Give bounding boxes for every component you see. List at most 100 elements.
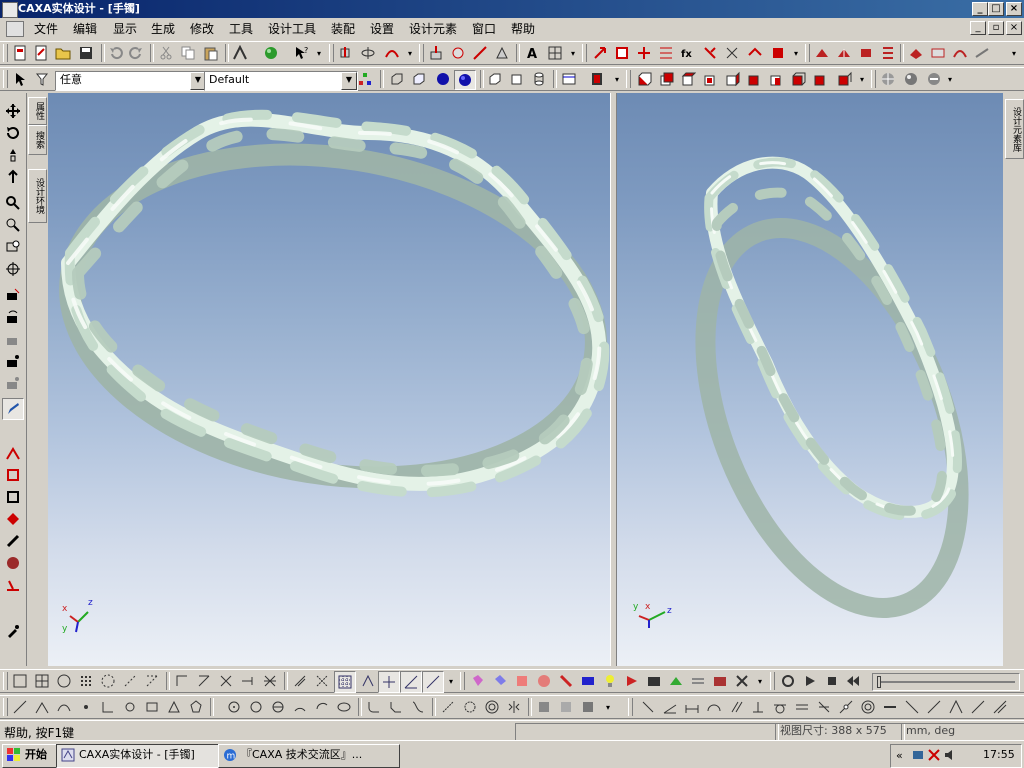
box-select-icon[interactable] [5,467,21,483]
rotate-box-icon[interactable] [614,45,630,61]
doc-restore-button[interactable]: ▫ [988,21,1004,35]
material-edit-icon[interactable] [514,673,530,689]
orbit-icon[interactable] [880,71,896,87]
chamfer-2d-icon[interactable] [388,699,404,715]
copy-icon[interactable] [180,45,196,61]
toolbar-grip[interactable] [770,672,775,690]
rect-grid-icon[interactable] [34,673,50,689]
menu-design-elements[interactable]: 设计元素 [409,21,457,37]
lighting-icon[interactable] [926,71,942,87]
measure-icon[interactable] [5,577,21,593]
equal-icon[interactable] [794,699,810,715]
record-icon[interactable] [780,673,796,689]
text-icon[interactable]: A [524,45,540,61]
rotate-view-icon[interactable] [5,125,21,141]
menu-modify[interactable]: 修改 [190,21,214,37]
menu-tools[interactable]: 工具 [229,21,253,37]
color-icon[interactable] [589,71,605,87]
tab-properties[interactable]: 属性 [28,97,47,125]
menu-help[interactable]: 帮助 [511,21,535,37]
light-icon[interactable] [602,673,618,689]
sweep-icon[interactable] [384,45,400,61]
toolbar-overflow[interactable]: ▾ [1010,45,1018,63]
open-folder-icon[interactable] [55,45,71,61]
document-icon[interactable] [6,21,24,37]
surface-2-icon[interactable] [836,45,852,61]
wireframe-icon[interactable] [389,71,405,87]
camera-orbit-icon[interactable] [5,309,21,325]
shadow-icon[interactable] [903,71,919,87]
select-arrow-icon[interactable] [12,71,28,87]
standard-view-top-icon[interactable] [680,71,696,87]
camera-aim-icon[interactable] [5,353,21,369]
doc-close-button[interactable]: × [1006,21,1022,35]
offset-2-icon[interactable] [314,673,330,689]
constraint-icon[interactable] [640,699,656,715]
standard-view-iso-icon[interactable] [768,71,784,87]
focus-target-icon[interactable] [5,261,21,277]
dot-arrow-icon[interactable] [122,673,138,689]
stop-icon[interactable] [824,673,840,689]
symmetric-icon[interactable] [948,699,964,715]
triangle-icon[interactable] [166,699,182,715]
trim-icon[interactable] [218,673,234,689]
scene-icon[interactable] [668,673,684,689]
standard-view-iso3-icon[interactable] [812,71,828,87]
tangent-constraint-icon[interactable] [772,699,788,715]
viewport-right[interactable]: y x z [617,93,1003,666]
polyline-icon[interactable] [34,699,50,715]
toolbar-grip[interactable] [3,698,8,716]
corner-icon[interactable] [174,673,190,689]
zoom-icon[interactable] [5,195,21,211]
animation-slider[interactable] [872,673,1020,691]
project-icon[interactable] [536,699,552,715]
camera-target-icon[interactable] [5,375,21,391]
radius-constraint-icon[interactable] [706,699,722,715]
new-design-icon[interactable] [33,45,49,61]
align-icon[interactable] [636,45,652,61]
bracelet-model[interactable] [48,93,610,666]
toolbar-grip[interactable] [3,672,8,690]
dimension-icon[interactable] [232,45,248,61]
camera-zoom-icon[interactable] [5,331,21,347]
viewport-splitter[interactable] [610,93,617,666]
toolbar-overflow[interactable]: ▾ [756,673,764,691]
arc-icon[interactable] [292,699,308,715]
circle-center-icon[interactable] [226,699,242,715]
task-forum[interactable]: m 『CAXA 技术交流区』... [218,744,400,768]
standard-view-front-icon[interactable] [636,71,652,87]
texture-icon[interactable] [558,673,574,689]
spot-light-icon[interactable] [624,673,640,689]
ellipse-icon[interactable] [336,699,352,715]
menu-edit[interactable]: 编辑 [73,21,97,37]
toolbar-overflow[interactable]: ▾ [604,699,612,717]
rect-tool-icon[interactable] [12,673,28,689]
minimize-button[interactable]: _ [972,2,988,16]
grid-toggle[interactable] [334,671,356,693]
standard-view-iso2-icon[interactable] [790,71,806,87]
task-caxa[interactable]: CAXA实体设计 - [手镯] [56,744,238,768]
perpendicular-icon[interactable] [122,699,138,715]
doc-minimize-button[interactable]: _ [970,21,986,35]
diag-2-icon[interactable] [926,699,942,715]
security-icon[interactable] [927,748,941,762]
camera-icon[interactable] [646,673,662,689]
fog-icon[interactable] [690,673,706,689]
surface-3-icon[interactable] [858,45,874,61]
input-method-icon[interactable]: « [895,748,909,762]
pattern-icon[interactable] [724,45,740,61]
revolve-icon[interactable] [360,45,376,61]
snap-toggle-2[interactable] [400,671,422,693]
extrude-icon[interactable] [338,45,354,61]
toolbar-overflow[interactable]: ▾ [792,45,800,63]
bracelet-model-side[interactable] [617,93,1003,666]
scale-icon[interactable] [702,45,718,61]
fill-icon[interactable] [470,673,486,689]
extend-icon[interactable] [240,673,256,689]
rewind-icon[interactable] [846,673,862,689]
dimension-2d-icon[interactable] [684,699,700,715]
table-icon[interactable] [561,71,577,87]
render-sphere-icon[interactable] [263,45,279,61]
mirror-2d-icon[interactable] [506,699,522,715]
offset-icon[interactable] [292,673,308,689]
